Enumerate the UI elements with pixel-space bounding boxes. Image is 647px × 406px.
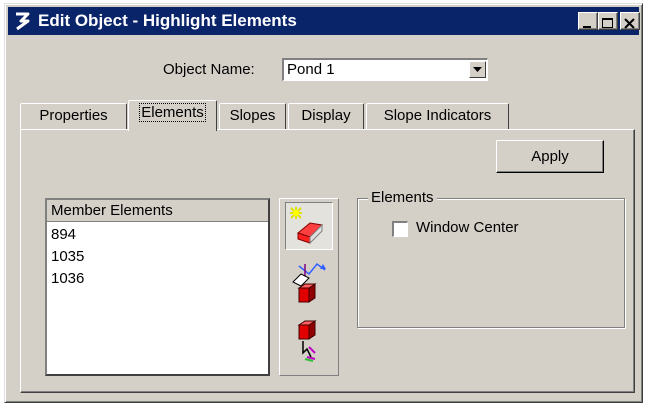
window-center-checkbox[interactable]	[392, 221, 408, 237]
dropdown-button[interactable]	[469, 61, 486, 78]
dialog-window: Edit Object - Highlight Elements Object …	[4, 3, 643, 403]
app-icon	[16, 12, 30, 31]
remove-element-icon	[297, 320, 317, 362]
maximize-button[interactable]	[598, 12, 618, 30]
title-bar[interactable]: Edit Object - Highlight Elements	[8, 7, 640, 35]
window-title: Edit Object - Highlight Elements	[38, 11, 297, 30]
tab-label: Elements	[139, 103, 206, 122]
tab-label: Properties	[39, 107, 108, 124]
add-element-icon	[292, 262, 326, 303]
tab-label: Slopes	[229, 107, 276, 124]
tab-properties[interactable]: Properties	[20, 103, 127, 129]
elements-tab-panel: Apply Member Elements 894 1035 1036 Elem…	[20, 129, 635, 393]
close-icon	[624, 18, 635, 29]
list-item[interactable]: 1035	[51, 248, 84, 265]
window-center-label[interactable]: Window Center	[416, 219, 519, 236]
member-elements-list[interactable]: Member Elements 894 1035 1036	[45, 198, 270, 376]
elements-group-legend: Elements	[368, 189, 437, 206]
object-name-label: Object Name:	[163, 61, 255, 78]
add-element-button[interactable]	[285, 260, 333, 308]
tool-icon-column	[279, 198, 339, 376]
maximize-icon	[602, 18, 613, 28]
tab-display[interactable]: Display	[288, 103, 364, 129]
tab-label: Display	[301, 107, 351, 124]
tab-label: Slope Indicators	[383, 107, 492, 124]
tab-elements[interactable]: Elements	[128, 100, 217, 131]
highlight-element-icon	[290, 207, 324, 245]
elements-groupbox: Elements Window Center	[357, 189, 625, 328]
object-name-value: Pond 1	[287, 61, 335, 78]
tab-slopes[interactable]: Slopes	[219, 103, 286, 129]
list-item[interactable]: 894	[51, 226, 76, 243]
chevron-down-icon	[473, 67, 482, 72]
minimize-icon	[583, 26, 591, 28]
apply-button[interactable]: Apply	[496, 140, 604, 173]
object-name-combobox[interactable]: Pond 1	[282, 58, 488, 81]
minimize-button[interactable]	[578, 12, 598, 30]
remove-element-button[interactable]	[285, 317, 333, 365]
close-button[interactable]	[620, 12, 640, 30]
tab-slope-indicators[interactable]: Slope Indicators	[366, 103, 509, 129]
highlight-element-button[interactable]	[285, 202, 333, 250]
list-item[interactable]: 1036	[51, 270, 84, 287]
member-elements-header[interactable]: Member Elements	[47, 200, 268, 222]
